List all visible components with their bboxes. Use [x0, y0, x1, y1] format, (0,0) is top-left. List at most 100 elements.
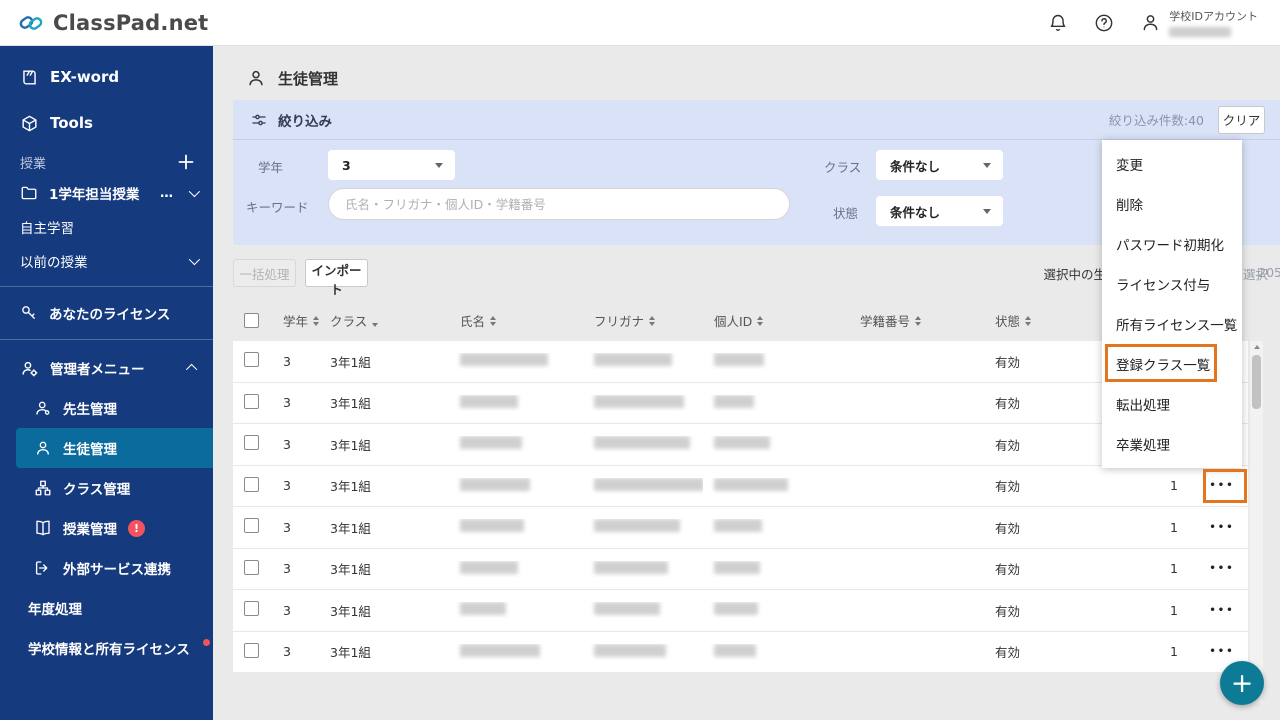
sidebar: EX-word Tools 授業 1学年担当授業 … 自主学習 以前の授業 あな…	[0, 46, 213, 720]
page-title-text: 生徒管理	[278, 69, 339, 88]
cell-kana-redacted	[583, 477, 703, 494]
row-checkbox[interactable]	[244, 642, 259, 658]
top-bar-right: 学校IDアカウント	[1047, 8, 1258, 37]
classpad-logo[interactable]: ClassPad.net	[18, 10, 208, 36]
sidebar-item-ex-word[interactable]: EX-word	[0, 62, 213, 92]
cell-class: 3年1組	[330, 645, 371, 661]
cell-personal-id-redacted	[703, 353, 849, 369]
cell-name-redacted	[449, 477, 583, 494]
sidebar-item-class-management[interactable]: クラス管理	[0, 468, 213, 508]
row-actions-kebab-button[interactable]: •••	[1209, 563, 1234, 574]
context-menu-item[interactable]: パスワード初期化	[1102, 224, 1242, 264]
context-menu-item[interactable]: ライセンス付与	[1102, 264, 1242, 304]
row-checkbox[interactable]	[244, 518, 259, 534]
cell-grade: 3	[283, 602, 291, 618]
account-id-redacted	[1169, 27, 1232, 37]
cell-grade: 3	[283, 519, 291, 535]
class-select[interactable]: 条件なし	[876, 150, 1003, 180]
column-header-kana[interactable]: フリガナ	[583, 311, 703, 330]
sort-desc-icon	[372, 315, 379, 327]
table-row: 33年1組有効1•••	[233, 631, 1248, 673]
sidebar-item-year-processing[interactable]: 年度処理	[0, 588, 213, 628]
row-checkbox[interactable]	[244, 352, 259, 368]
sidebar-item-external-services[interactable]: 外部サービス連携	[0, 548, 213, 588]
column-header-student-number[interactable]: 学籍番号	[849, 311, 984, 330]
cell-class: 3年1組	[330, 396, 371, 412]
clear-filter-button[interactable]: クリア	[1218, 105, 1265, 134]
table-vertical-scrollbar[interactable]	[1250, 341, 1263, 703]
context-menu-item[interactable]: 変更	[1102, 144, 1242, 184]
row-checkbox[interactable]	[244, 393, 259, 409]
school-info-licenses-label: 学校情報と所有ライセンス	[28, 642, 190, 658]
context-menu-item[interactable]: 登録クラス一覧	[1102, 344, 1242, 384]
sidebar-item-self-study[interactable]: 自主学習	[0, 210, 213, 244]
folder-more-icon[interactable]: …	[160, 185, 175, 201]
row-checkbox[interactable]	[244, 476, 259, 492]
folder-icon	[20, 184, 38, 202]
row-actions-kebab-button[interactable]: •••	[1209, 522, 1234, 533]
filter-header: 絞り込み 絞り込み件数:40 クリア	[233, 100, 1280, 140]
status-select-value: 条件なし	[890, 204, 941, 220]
column-header-personal-id[interactable]: 個人ID	[703, 311, 849, 330]
context-menu-item[interactable]: 転出処理	[1102, 384, 1242, 424]
row-actions-kebab-button[interactable]: •••	[1209, 646, 1234, 657]
help-icon[interactable]	[1093, 12, 1115, 34]
account-menu[interactable]: 学校IDアカウント	[1139, 8, 1258, 37]
column-header-grade[interactable]: 学年	[272, 311, 319, 330]
cell-kana-redacted	[583, 394, 703, 411]
previous-lessons-chevron-down-icon	[188, 253, 201, 269]
cell-personal-id-redacted	[703, 560, 849, 577]
select-all-checkbox[interactable]	[244, 313, 259, 328]
cell-class: 3年1組	[330, 562, 371, 578]
add-student-fab-button[interactable]: +	[1220, 661, 1264, 705]
lesson-section-header: 授業	[0, 148, 213, 176]
student-management-label: 生徒管理	[63, 442, 117, 458]
context-menu-item[interactable]: 卒業処理	[1102, 424, 1242, 464]
row-checkbox[interactable]	[244, 601, 259, 617]
table-row: 33年1組有効1•••	[233, 424, 1248, 466]
sidebar-item-tools[interactable]: Tools	[0, 108, 213, 138]
import-button[interactable]: インポート	[305, 259, 368, 297]
cell-name-redacted	[449, 519, 583, 535]
column-header-name[interactable]: 氏名	[449, 311, 583, 330]
grade-label: 学年	[258, 160, 284, 175]
sidebar-item-admin-menu[interactable]: 管理者メニュー	[0, 348, 213, 388]
organization-icon	[34, 479, 52, 497]
page-title: 生徒管理	[213, 46, 1280, 90]
filter-count: 絞り込み件数:40	[1108, 113, 1204, 128]
row-checkbox[interactable]	[244, 435, 259, 451]
year-processing-label: 年度処理	[28, 602, 82, 618]
add-lesson-plus-icon[interactable]	[177, 153, 195, 171]
scrollbar-thumb[interactable]	[1252, 355, 1261, 409]
sidebar-item-teacher-management[interactable]: 先生管理	[0, 388, 213, 428]
bulk-action-button[interactable]: 一括処理	[233, 259, 296, 287]
sort-icon	[915, 315, 922, 326]
lesson-section-label: 授業	[20, 156, 47, 172]
student-icon	[34, 439, 52, 457]
logo-text: ClassPad.net	[53, 10, 209, 35]
cell-status: 有効	[995, 603, 1021, 619]
main-content: 生徒管理 絞り込み 絞り込み件数:40 クリア 学年 3 クラス 条件なし キー…	[213, 46, 1280, 720]
grade-select[interactable]: 3	[328, 150, 455, 180]
sidebar-item-your-license[interactable]: あなたのライセンス	[0, 295, 213, 331]
column-header-class[interactable]: クラス	[319, 311, 449, 330]
scroll-up-arrow-icon[interactable]	[1250, 341, 1263, 353]
sidebar-item-previous-lessons[interactable]: 以前の授業	[0, 244, 213, 278]
status-select[interactable]: 条件なし	[876, 196, 1003, 226]
sidebar-item-student-management[interactable]: 生徒管理	[16, 428, 213, 468]
cell-personal-id-redacted	[703, 436, 849, 452]
sidebar-item-lesson-folder[interactable]: 1学年担当授業 …	[0, 176, 213, 210]
chevron-down-icon	[435, 162, 443, 168]
grade-select-value: 3	[342, 157, 351, 173]
row-actions-kebab-button[interactable]: •••	[1209, 480, 1234, 491]
notification-bell-icon[interactable]	[1047, 12, 1069, 34]
context-menu-item[interactable]: 削除	[1102, 184, 1242, 224]
row-actions-kebab-button[interactable]: •••	[1209, 605, 1234, 616]
keyword-search-input[interactable]	[328, 188, 790, 220]
row-checkbox[interactable]	[244, 559, 259, 575]
context-menu-item[interactable]: 所有ライセンス一覧	[1102, 304, 1242, 344]
sidebar-item-lesson-management[interactable]: 授業管理 !	[0, 508, 213, 548]
folder-chevron-down-icon[interactable]	[188, 185, 201, 201]
table-body: 33年1組有効1•••33年1組有効1•••33年1組有効1•••33年1組有効…	[233, 341, 1248, 673]
sidebar-item-school-info-licenses[interactable]: 学校情報と所有ライセンス	[0, 628, 213, 668]
